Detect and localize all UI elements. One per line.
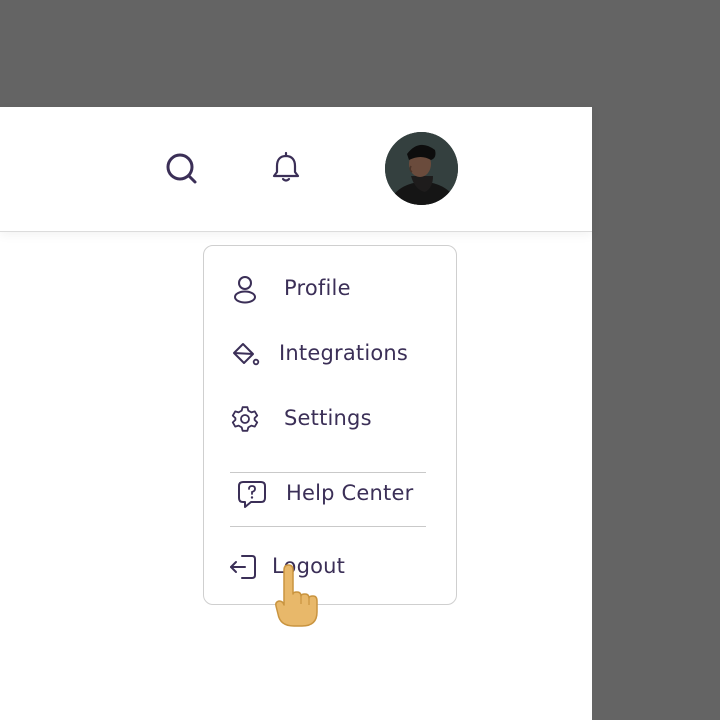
menu-item-label: Settings (284, 406, 372, 430)
menu-item-integrations[interactable]: Integrations (204, 331, 456, 375)
gear-icon (230, 404, 260, 434)
menu-item-logout[interactable]: Logout (204, 544, 456, 588)
menu-item-label: Logout (272, 554, 346, 578)
logout-icon (228, 552, 258, 582)
menu-item-label: Integrations (279, 341, 409, 365)
search-icon[interactable] (164, 151, 200, 187)
app-window: Profile Integrations Settings Help Cente… (0, 107, 592, 720)
menu-item-help-center[interactable]: Help Center (204, 471, 456, 515)
menu-item-label: Help Center (286, 481, 414, 505)
person-icon (230, 274, 260, 304)
bell-icon[interactable] (270, 150, 302, 186)
menu-divider (230, 526, 426, 527)
top-header (0, 107, 592, 232)
avatar[interactable] (385, 132, 458, 205)
help-chat-icon (237, 479, 267, 509)
menu-item-settings[interactable]: Settings (204, 396, 456, 440)
menu-item-profile[interactable]: Profile (204, 266, 456, 310)
paint-bucket-icon (230, 339, 260, 369)
account-dropdown-menu: Profile Integrations Settings Help Cente… (203, 245, 457, 605)
menu-item-label: Profile (284, 276, 351, 300)
